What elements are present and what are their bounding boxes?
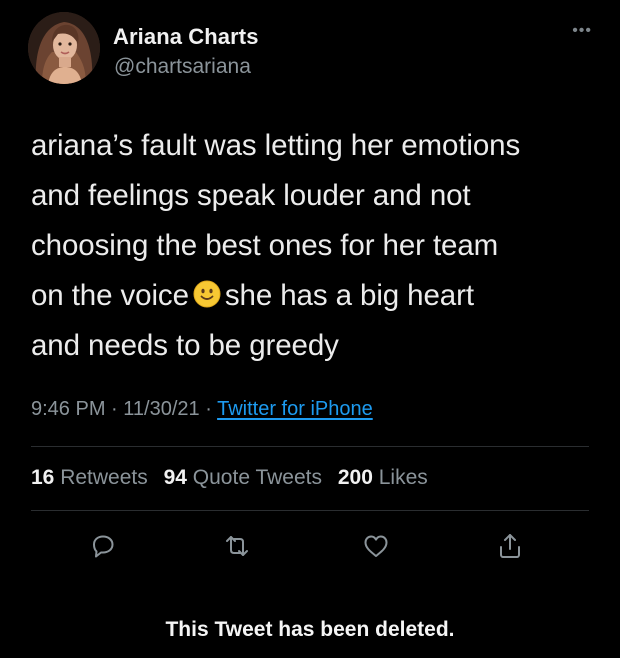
user-handle[interactable]: @chartsariana <box>114 55 251 79</box>
tweet-screenshot: Ariana Charts @chartsariana ••• ariana’s… <box>0 0 620 658</box>
like-icon[interactable] <box>361 531 391 561</box>
tweet-line-with-emoji: on the voice she has a big heart <box>31 271 601 321</box>
profile-photo-icon <box>28 12 100 84</box>
reply-icon[interactable] <box>88 531 118 561</box>
deleted-notice: This Tweet has been deleted. <box>165 618 455 641</box>
tweet-time: 9:46 PM <box>31 398 106 420</box>
divider <box>31 446 589 447</box>
share-icon[interactable] <box>495 531 525 561</box>
tweet-line-segment: on the voice <box>31 279 189 312</box>
retweets-count: 16 <box>31 466 55 489</box>
tweet-actions <box>0 525 620 565</box>
avatar[interactable] <box>28 12 100 84</box>
meta-separator: · <box>111 398 118 420</box>
divider <box>31 510 589 511</box>
more-options-icon[interactable]: ••• <box>572 23 592 39</box>
retweets-label: Retweets <box>60 466 148 489</box>
likes-count: 200 <box>337 466 373 489</box>
retweet-icon[interactable] <box>222 531 252 561</box>
likes-label: Likes <box>378 466 428 489</box>
display-name[interactable]: Ariana Charts <box>113 24 259 50</box>
tweet-source-link[interactable]: Twitter for iPhone <box>217 398 373 420</box>
tweet-line: and feelings speak louder and not <box>31 179 471 212</box>
tweet-date: 11/30/21 <box>123 398 200 420</box>
tweet-line-segment: she has a big heart <box>224 279 474 312</box>
tweet-line: ariana’s fault was letting her emotions <box>31 129 521 162</box>
tweet-stats: 16 Retweets 94 Quote Tweets 200 Likes <box>31 466 428 490</box>
quote-tweets-stat[interactable]: 94 Quote Tweets <box>164 466 322 489</box>
slightly-smiling-face-icon <box>193 280 221 308</box>
quote-tweets-label: Quote Tweets <box>192 466 322 489</box>
tweet-header: Ariana Charts @chartsariana ••• <box>28 12 592 92</box>
retweets-stat[interactable]: 16 Retweets <box>31 466 148 489</box>
tweet-body: ariana’s fault was letting her emotions … <box>31 121 601 371</box>
meta-separator: · <box>205 398 212 420</box>
tweet-line: choosing the best ones for her team <box>31 229 499 262</box>
likes-stat[interactable]: 200 Likes <box>338 466 428 489</box>
tweet-line: and needs to be greedy <box>31 329 339 362</box>
tweet-meta: 9:46 PM · 11/30/21 · Twitter for iPhone <box>31 398 373 421</box>
quote-tweets-count: 94 <box>163 466 187 489</box>
